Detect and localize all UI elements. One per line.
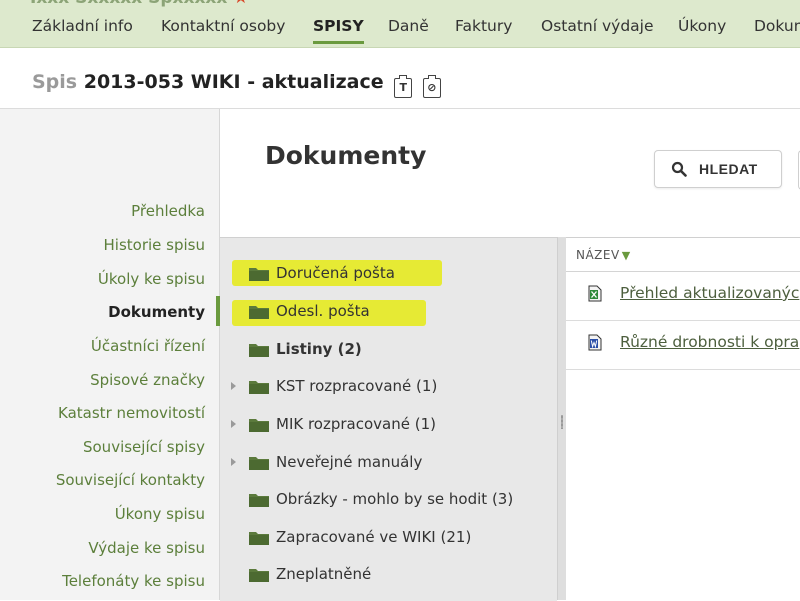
folder-icon: [249, 419, 269, 432]
folder-odesl-posta[interactable]: Odesl. pošta: [220, 297, 557, 327]
document-list-header: NÁZEV ▼: [566, 238, 800, 272]
case-header: Spis 2013-053 WIKI - aktualizace T ⊘: [0, 48, 800, 109]
case-title: Spis 2013-053 WIKI - aktualizace T ⊘: [32, 71, 441, 98]
folder-neverejne-manualy[interactable]: Neveřejné manuály: [220, 448, 557, 478]
top-navigation: Ixxx Sxxxxx Spxxxxx ★ Základní info Kont…: [0, 0, 800, 48]
column-header-name[interactable]: NÁZEV ▼: [576, 248, 631, 262]
search-button-label: HLEDAT: [699, 161, 758, 177]
folder-icon: [249, 494, 269, 507]
table-row[interactable]: Přehled aktualizovanýc: [566, 272, 800, 321]
tab-zakladni-info[interactable]: Základní info: [32, 17, 133, 41]
search-icon: [671, 161, 687, 177]
company-name: Ixxx Sxxxxx Spxxxxx ★: [30, 0, 249, 8]
folder-label: KST rozpracované (1): [276, 377, 438, 395]
sidebar-item-prehledka[interactable]: Přehledka: [131, 202, 205, 220]
sidebar-item-vydaje-ke-spisu[interactable]: Výdaje ke spisu: [88, 539, 205, 557]
tab-faktury[interactable]: Faktury: [455, 17, 512, 41]
folder-zapracovane-ve-wiki[interactable]: Zapracované ve WIKI (21): [220, 523, 557, 553]
case-prefix: Spis: [32, 71, 78, 93]
sidebar-item-katastr-nemovitosti[interactable]: Katastr nemovitostí: [58, 404, 205, 422]
tab-spisy[interactable]: SPISY: [313, 17, 364, 44]
folder-label: Neveřejné manuály: [276, 453, 423, 471]
sidebar-item-spisove-znacky[interactable]: Spisové značky: [90, 371, 205, 389]
folder-icon: [249, 381, 269, 394]
folder-tree: Doručená pošta Odesl. pošta Listiny (2) …: [220, 237, 557, 601]
document-link[interactable]: Různé drobnosti k opra: [620, 333, 799, 351]
folder-zneplatnene[interactable]: Zneplatněné: [220, 560, 557, 590]
folder-mik-rozpracovane[interactable]: MIK rozpracované (1): [220, 410, 557, 440]
clipboard-link-icon[interactable]: ⊘: [422, 75, 441, 98]
folder-icon: [249, 344, 269, 357]
folder-icon: [249, 306, 269, 319]
favorite-star-icon[interactable]: ★: [233, 0, 248, 8]
folder-kst-rozpracovane[interactable]: KST rozpracované (1): [220, 372, 557, 402]
expand-arrow-icon[interactable]: [231, 382, 236, 390]
search-button[interactable]: HLEDAT: [654, 150, 782, 188]
table-row[interactable]: Různé drobnosti k opra: [566, 321, 800, 370]
sidebar-item-historie-spisu[interactable]: Historie spisu: [104, 236, 205, 254]
case-sidebar: Přehledka Historie spisu Úkoly ke spisu …: [0, 109, 220, 600]
sort-descending-icon: ▼: [621, 249, 631, 262]
folder-label: Zneplatněné: [276, 565, 372, 583]
word-file-icon: [588, 334, 602, 351]
folder-icon: [249, 268, 269, 281]
folder-label: Listiny (2): [276, 340, 362, 358]
sidebar-item-ukoly-ke-spisu[interactable]: Úkoly ke spisu: [98, 270, 205, 288]
page-title: Dokumenty: [265, 141, 427, 170]
folder-label: Obrázky - mohlo by se hodit (3): [276, 490, 514, 508]
sidebar-item-dokumenty[interactable]: Dokumenty: [108, 303, 205, 321]
folder-icon: [249, 532, 269, 545]
folder-icon: [249, 457, 269, 470]
tab-dokumenty[interactable]: Dokum: [754, 17, 800, 41]
folder-label: MIK rozpracované (1): [276, 415, 436, 433]
sidebar-item-souvisejici-spisy[interactable]: Související spisy: [83, 438, 205, 456]
sidebar-item-souvisejici-kontakty[interactable]: Související kontakty: [56, 471, 205, 489]
excel-file-icon: [588, 285, 602, 302]
expand-arrow-icon[interactable]: [231, 458, 236, 466]
folder-icon: [249, 569, 269, 582]
folder-listiny[interactable]: Listiny (2): [220, 335, 557, 365]
folder-label: Doručená pošta: [276, 264, 395, 282]
sidebar-item-ukony-spisu[interactable]: Úkony spisu: [115, 505, 205, 523]
tab-kontaktni-osoby[interactable]: Kontaktní osoby: [161, 17, 285, 41]
document-list: NÁZEV ▼ Přehled aktualizovanýc Různé drob…: [566, 237, 800, 601]
case-name: 2013-053 WIKI - aktualizace: [83, 71, 384, 93]
sidebar-item-telefonaty-ke-spisu[interactable]: Telefonáty ke spisu: [62, 572, 205, 590]
folder-dorucena-posta[interactable]: Doručená pošta: [220, 259, 557, 289]
tab-ostatni-vydaje[interactable]: Ostatní výdaje: [541, 17, 654, 41]
folder-label: Odesl. pošta: [276, 302, 370, 320]
splitter-grip-icon: [561, 415, 563, 429]
clipboard-text-icon[interactable]: T: [394, 75, 413, 98]
folder-obrazky[interactable]: Obrázky - mohlo by se hodit (3): [220, 485, 557, 515]
sidebar-item-ucastnici-rizeni[interactable]: Účastníci řízení: [91, 337, 205, 355]
tab-dane[interactable]: Daně: [388, 17, 429, 41]
expand-arrow-icon[interactable]: [231, 420, 236, 428]
folder-label: Zapracované ve WIKI (21): [276, 528, 472, 546]
document-link[interactable]: Přehled aktualizovanýc: [620, 284, 799, 302]
tab-ukony[interactable]: Úkony: [678, 17, 726, 41]
documents-toolbar: Dokumenty HLEDAT: [220, 109, 800, 236]
